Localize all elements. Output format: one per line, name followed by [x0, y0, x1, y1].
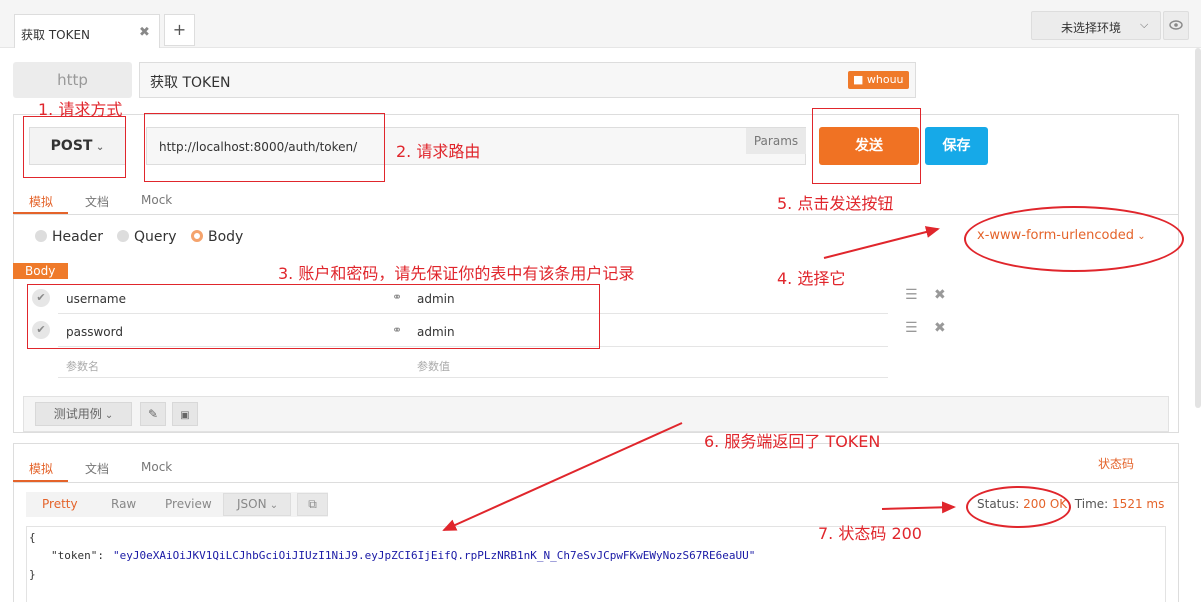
arrow-to-status [881, 501, 956, 514]
annotation-arrows [442, 226, 956, 531]
arrow-to-token [442, 422, 683, 531]
arrow-to-encoding [823, 226, 940, 259]
